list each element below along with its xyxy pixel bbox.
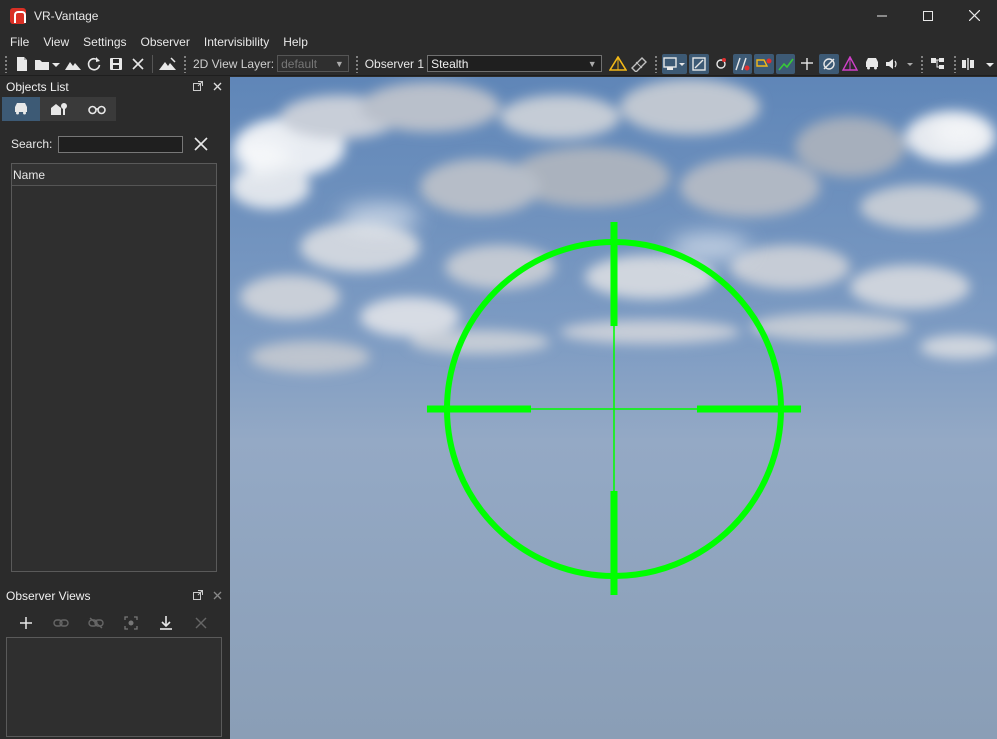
path-icon[interactable]: [775, 53, 796, 74]
toolbar-grip[interactable]: [952, 54, 957, 73]
observer-panel-header: Observer Views: [0, 586, 230, 606]
menu-bar: File View Settings Observer Intervisibil…: [0, 31, 997, 52]
toolbar-grip[interactable]: [920, 54, 925, 73]
visibility-icon[interactable]: [819, 53, 839, 74]
toolbar-separator: [152, 54, 154, 73]
window-title: VR-Vantage: [34, 8, 99, 23]
search-input[interactable]: [58, 135, 184, 153]
column-header-name[interactable]: Name: [12, 164, 216, 186]
search-row: Search:: [0, 133, 230, 155]
add-icon[interactable]: [8, 613, 43, 633]
new-file-icon[interactable]: [12, 54, 32, 74]
capture-icon[interactable]: [113, 613, 148, 633]
waypoint-icon[interactable]: [797, 54, 817, 74]
vehicle-tab-icon[interactable]: [2, 97, 40, 121]
toolbar-grip[interactable]: [653, 54, 658, 73]
search-label: Search:: [11, 137, 53, 151]
minimize-button[interactable]: [859, 0, 905, 31]
main-toolbar: 2D View Layer: default ▼ Observer 1 Stea…: [0, 52, 997, 76]
close-panel-icon[interactable]: [213, 80, 222, 94]
los-icon[interactable]: [732, 53, 753, 74]
observer-views-panel: Observer Views: [0, 586, 230, 739]
clear-search-icon[interactable]: [193, 136, 209, 152]
objects-list[interactable]: Name: [11, 163, 217, 572]
observer-mode-value: Stealth: [431, 56, 469, 71]
chevron-down-icon: ▼: [587, 59, 597, 69]
menu-help[interactable]: Help: [276, 35, 315, 49]
title-bar: VR-Vantage: [0, 0, 997, 31]
close-panel-icon[interactable]: [213, 589, 222, 603]
cone-icon[interactable]: [841, 54, 861, 74]
save-icon[interactable]: [106, 54, 126, 74]
ruler-icon[interactable]: [629, 54, 649, 74]
panel-buttons: [193, 79, 222, 95]
display-mode-icon[interactable]: [661, 53, 688, 74]
app-logo-icon: [10, 7, 26, 24]
left-dock: Objects List Search: Name Observer Views: [0, 77, 230, 739]
link-icon[interactable]: [43, 613, 78, 633]
toolbar-grip[interactable]: [183, 54, 187, 73]
terrain-icon[interactable]: [63, 54, 83, 74]
download-icon[interactable]: [148, 613, 183, 633]
maximize-button[interactable]: [905, 0, 951, 31]
toolbar-grip[interactable]: [4, 54, 8, 73]
menu-view[interactable]: View: [36, 35, 76, 49]
scene-canvas[interactable]: [230, 77, 997, 739]
toolbar-grip[interactable]: [354, 54, 359, 73]
observer-toolbar: [0, 612, 230, 634]
align-icon[interactable]: [961, 54, 996, 74]
menu-settings[interactable]: Settings: [76, 35, 133, 49]
3d-viewport[interactable]: [230, 77, 997, 739]
menu-file[interactable]: File: [0, 35, 36, 49]
observer-mode-select[interactable]: Stealth ▼: [427, 55, 602, 72]
panel-buttons: [193, 588, 222, 604]
delete-icon[interactable]: [183, 613, 218, 633]
hierarchy-icon[interactable]: [928, 54, 948, 74]
target-icon[interactable]: [711, 54, 731, 74]
vehicle-icon[interactable]: [862, 54, 882, 74]
window-controls: [859, 0, 997, 31]
extent-icon[interactable]: [689, 53, 709, 74]
reload-icon[interactable]: [85, 54, 105, 74]
binoculars-tab-icon[interactable]: [78, 97, 116, 121]
terrain-edit-icon[interactable]: [158, 54, 178, 74]
menu-observer[interactable]: Observer: [134, 35, 197, 49]
chevron-down-icon: ▼: [334, 59, 344, 69]
close-window-button[interactable]: [951, 0, 997, 31]
float-panel-icon[interactable]: [193, 80, 203, 94]
view-layer-value: default: [281, 56, 318, 71]
open-folder-icon[interactable]: [34, 54, 61, 74]
view-layer-select[interactable]: default ▼: [277, 55, 349, 72]
sound-icon[interactable]: [884, 54, 915, 74]
measure-icon[interactable]: [608, 54, 628, 74]
close-scenario-icon[interactable]: [128, 54, 148, 74]
observer-panel-title: Observer Views: [6, 589, 91, 603]
observer-views-list[interactable]: [6, 637, 222, 737]
objects-panel-header: Objects List: [0, 77, 230, 97]
menu-intervisibility[interactable]: Intervisibility: [197, 35, 276, 49]
float-panel-icon[interactable]: [193, 589, 203, 603]
objects-tabs: [2, 97, 230, 121]
line-icon[interactable]: [754, 53, 774, 74]
structures-tab-icon[interactable]: [40, 97, 78, 121]
objects-panel-title: Objects List: [6, 80, 69, 94]
view-layer-label: 2D View Layer:: [192, 56, 275, 71]
observer-label: Observer 1: [364, 56, 425, 71]
unlink-icon[interactable]: [78, 613, 113, 633]
